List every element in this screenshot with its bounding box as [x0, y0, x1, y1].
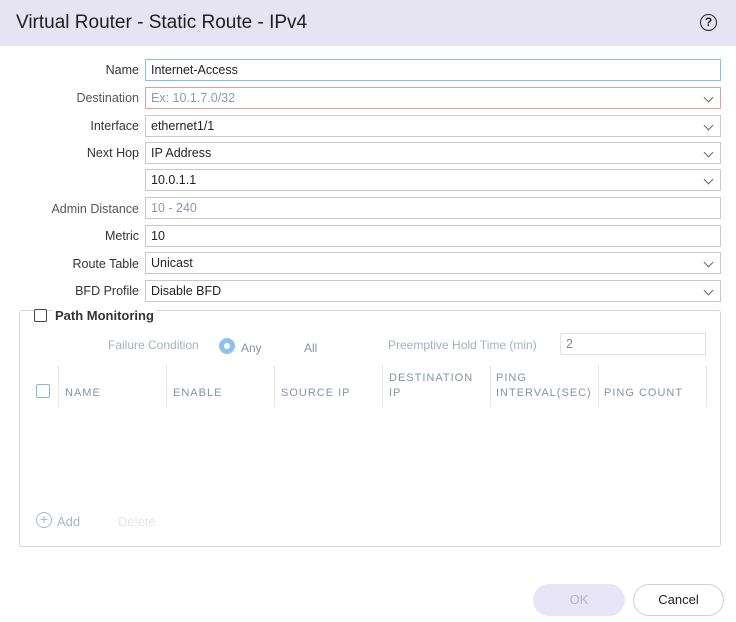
- column-divider: [598, 365, 599, 407]
- route-table-label: Route Table: [72, 257, 140, 271]
- path-monitoring-checkbox[interactable]: [34, 309, 47, 322]
- failure-condition-all-label[interactable]: All: [304, 341, 317, 355]
- next-hop-address-combo[interactable]: 10.0.1.1: [145, 169, 721, 191]
- hold-time-input[interactable]: 2: [560, 333, 706, 355]
- select-all-checkbox[interactable]: [36, 384, 50, 398]
- next-hop-address-value: 10.0.1.1: [151, 173, 197, 187]
- name-label: Name: [105, 63, 139, 77]
- column-header-ping-interval[interactable]: PING INTERVAL(SEC): [496, 371, 596, 401]
- column-divider: [706, 365, 707, 407]
- destination-label: Destination: [76, 91, 139, 105]
- next-hop-type-select[interactable]: IP Address: [145, 142, 721, 164]
- interface-value: ethernet1/1: [151, 119, 215, 133]
- admin-distance-input[interactable]: 10 - 240: [145, 197, 721, 219]
- route-table-value: Unicast: [151, 256, 193, 270]
- cancel-button[interactable]: Cancel: [633, 584, 724, 616]
- column-divider: [274, 365, 275, 407]
- column-divider: [490, 365, 491, 407]
- metric-value: 10: [151, 229, 165, 243]
- failure-condition-label: Failure Condition: [108, 338, 199, 352]
- metric-label: Metric: [104, 229, 139, 243]
- metric-input[interactable]: 10: [145, 225, 721, 247]
- column-header-ping-count[interactable]: PING COUNT: [604, 386, 683, 401]
- name-value: Internet-Access: [151, 63, 238, 77]
- chevron-down-icon[interactable]: [703, 285, 714, 296]
- bfd-profile-select[interactable]: Disable BFD: [145, 280, 721, 302]
- chevron-down-icon[interactable]: [703, 147, 714, 158]
- failure-condition-any-radio[interactable]: [219, 338, 235, 354]
- column-divider: [58, 365, 59, 407]
- add-icon[interactable]: +: [36, 512, 52, 528]
- interface-select[interactable]: ethernet1/1: [145, 115, 721, 137]
- dialog-title-bar: Virtual Router - Static Route - IPv4 ?: [0, 0, 736, 46]
- destination-combo[interactable]: Ex: 10.1.7.0/32: [145, 87, 721, 109]
- chevron-down-icon[interactable]: [703, 174, 714, 185]
- column-header-name[interactable]: NAME: [65, 386, 101, 401]
- chevron-down-icon[interactable]: [703, 92, 714, 103]
- ok-button[interactable]: OK: [533, 584, 625, 616]
- interface-label: Interface: [90, 119, 139, 133]
- column-divider: [382, 365, 383, 407]
- delete-button[interactable]: Delete: [118, 514, 156, 529]
- hold-time-label: Preemptive Hold Time (min): [388, 338, 537, 352]
- column-header-enable[interactable]: ENABLE: [173, 386, 222, 401]
- bfd-profile-label: BFD Profile: [75, 284, 139, 298]
- admin-distance-label: Admin Distance: [51, 202, 139, 216]
- dialog-title: Virtual Router - Static Route - IPv4: [16, 12, 308, 33]
- column-header-destination-ip[interactable]: DESTINATION IP: [389, 371, 485, 401]
- admin-distance-placeholder: 10 - 240: [151, 201, 197, 215]
- column-divider: [166, 365, 167, 407]
- failure-condition-any-label: Any: [241, 341, 262, 355]
- add-button[interactable]: Add: [57, 514, 80, 529]
- chevron-down-icon[interactable]: [703, 120, 714, 131]
- hold-time-value: 2: [566, 337, 573, 351]
- next-hop-label: Next Hop: [86, 146, 139, 160]
- name-input[interactable]: Internet-Access: [145, 59, 721, 81]
- path-monitoring-label: Path Monitoring: [53, 308, 156, 323]
- bfd-profile-value: Disable BFD: [151, 284, 222, 298]
- chevron-down-icon[interactable]: [703, 257, 714, 268]
- next-hop-type-value: IP Address: [151, 146, 212, 160]
- route-table-select[interactable]: Unicast: [145, 252, 721, 274]
- column-header-source-ip[interactable]: SOURCE IP: [281, 386, 351, 401]
- help-icon[interactable]: ?: [700, 14, 717, 31]
- destination-placeholder: Ex: 10.1.7.0/32: [151, 91, 236, 105]
